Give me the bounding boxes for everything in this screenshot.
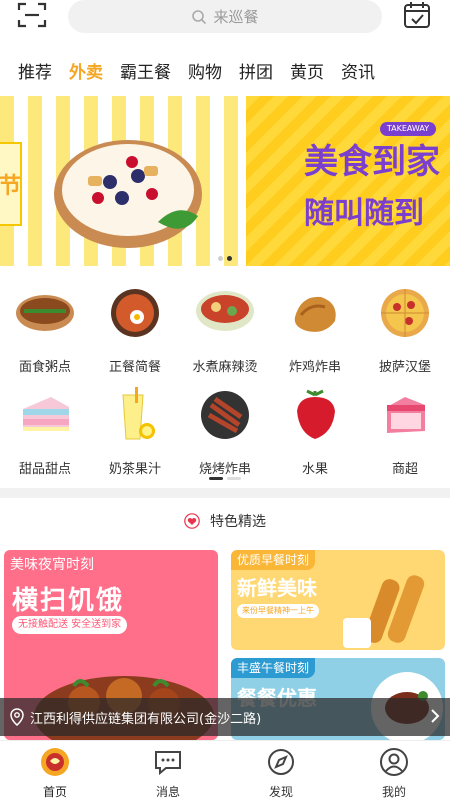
juice-cup-icon bbox=[103, 386, 167, 444]
page-indicator bbox=[227, 477, 241, 480]
tab-takeaway[interactable]: 外卖 bbox=[69, 58, 103, 86]
category-label: 披萨汉堡 bbox=[378, 360, 431, 375]
category-malatang[interactable]: 水煮麻辣烫 bbox=[180, 284, 270, 375]
category-label: 奶茶果汁 bbox=[108, 462, 161, 477]
bbq-icon bbox=[193, 386, 257, 444]
breakfast-card[interactable]: 优质早餐时刻 新鲜美味 来份早餐精神一上午 bbox=[231, 550, 445, 650]
fried-dough-image bbox=[343, 575, 425, 648]
strawberry-icon bbox=[283, 386, 347, 444]
calendar-check-icon[interactable] bbox=[401, 0, 433, 30]
search-placeholder: 来巡餐 bbox=[213, 8, 259, 26]
card-pill: 来份早餐精神一上午 bbox=[237, 604, 319, 618]
category-label: 面食粥点 bbox=[18, 360, 71, 375]
card-title: 新鲜美味 bbox=[237, 576, 317, 600]
location-bar[interactable]: 江西利得供应链集团有限公司(金沙二路) bbox=[0, 698, 450, 736]
location-text: 江西利得供应链集团有限公司(金沙二路) bbox=[30, 711, 262, 727]
nav-messages[interactable]: 消息 bbox=[138, 747, 198, 800]
section-divider bbox=[0, 488, 450, 498]
chevron-right-icon bbox=[431, 709, 440, 723]
category-label: 水果 bbox=[301, 462, 328, 477]
category-tabs: 推荐 外卖 霸王餐 购物 拼团 黄页 资讯 bbox=[18, 58, 392, 86]
category-label: 烧烤炸串 bbox=[198, 462, 251, 477]
nav-label: 我的 bbox=[381, 785, 406, 799]
banner-indicator bbox=[218, 256, 232, 261]
message-icon bbox=[153, 747, 183, 777]
featured-header: 特色精选 bbox=[0, 510, 450, 532]
category-milk-tea[interactable]: 奶茶果汁 bbox=[90, 386, 180, 477]
tab-free-meal[interactable]: 霸王餐 bbox=[120, 58, 171, 86]
banner-slide-breakfast: 节 bbox=[0, 96, 244, 266]
category-label: 商超 bbox=[391, 462, 418, 477]
scan-icon[interactable] bbox=[16, 0, 48, 30]
profile-icon bbox=[379, 747, 409, 777]
cake-icon bbox=[13, 386, 77, 444]
promo-banner[interactable]: 节 TAKEAWAY 美食到家 随叫随到 bbox=[0, 96, 450, 266]
cereal-bowl-image bbox=[54, 140, 202, 248]
nav-label: 首页 bbox=[42, 785, 67, 799]
discover-icon bbox=[266, 747, 296, 777]
fried-chicken-icon bbox=[283, 284, 347, 342]
card-title: 横扫饥饿 bbox=[12, 586, 125, 616]
meal-pot-icon bbox=[103, 284, 167, 342]
category-label: 水煮麻辣烫 bbox=[192, 360, 258, 375]
nav-label: 消息 bbox=[155, 785, 180, 799]
category-noodles[interactable]: 面食粥点 bbox=[0, 284, 90, 375]
category-label: 正餐简餐 bbox=[108, 360, 161, 375]
nav-home[interactable]: 首页 bbox=[25, 747, 85, 800]
location-pin-icon bbox=[10, 708, 24, 726]
tab-news[interactable]: 资讯 bbox=[341, 58, 375, 86]
card-tag: 丰盛午餐时刻 bbox=[231, 658, 316, 678]
home-logo-icon bbox=[40, 747, 70, 777]
card-pill: 无接触配送 安全送到家 bbox=[12, 616, 128, 634]
category-meals[interactable]: 正餐简餐 bbox=[90, 284, 180, 375]
banner-sign: 节 bbox=[0, 142, 22, 226]
store-icon bbox=[373, 386, 437, 444]
banner-subtitle: 随叫随到 bbox=[304, 196, 424, 231]
card-tag: 美味夜宵时刻 bbox=[10, 557, 94, 573]
tab-recommend[interactable]: 推荐 bbox=[18, 58, 52, 86]
nav-discover[interactable]: 发现 bbox=[251, 747, 311, 800]
category-fried-chicken[interactable]: 炸鸡炸串 bbox=[270, 284, 360, 375]
banner-slide-delivery: TAKEAWAY 美食到家 随叫随到 bbox=[246, 96, 450, 266]
featured-title: 特色精选 bbox=[210, 514, 266, 530]
indicator-dot bbox=[218, 256, 223, 261]
search-icon bbox=[192, 9, 207, 24]
noodle-bun-icon bbox=[13, 284, 77, 342]
category-label: 甜品甜点 bbox=[18, 462, 71, 477]
pizza-icon bbox=[373, 284, 437, 342]
category-bbq[interactable]: 烧烤炸串 bbox=[180, 386, 270, 477]
tab-yellow-pages[interactable]: 黄页 bbox=[290, 58, 324, 86]
category-label: 炸鸡炸串 bbox=[288, 360, 341, 375]
nav-label: 发现 bbox=[268, 785, 293, 799]
top-bar: 来巡餐 bbox=[0, 0, 450, 36]
nav-profile[interactable]: 我的 bbox=[364, 747, 424, 800]
heart-icon bbox=[184, 513, 200, 529]
card-tag: 优质早餐时刻 bbox=[231, 550, 316, 570]
bottom-nav: 首页 消息 发现 我的 bbox=[0, 740, 450, 800]
search-input[interactable]: 来巡餐 bbox=[68, 0, 382, 33]
hotpot-bowl-icon bbox=[193, 284, 257, 342]
indicator-dot-active bbox=[227, 256, 232, 261]
category-fruit[interactable]: 水果 bbox=[270, 386, 360, 477]
category-desserts[interactable]: 甜品甜点 bbox=[0, 386, 90, 477]
grid-page-indicator bbox=[209, 477, 241, 480]
category-supermarket[interactable]: 商超 bbox=[360, 386, 450, 477]
category-pizza[interactable]: 披萨汉堡 bbox=[360, 284, 450, 375]
page-indicator-active bbox=[209, 477, 223, 480]
tab-group-buy[interactable]: 拼团 bbox=[239, 58, 273, 86]
banner-title: 美食到家 bbox=[304, 142, 440, 182]
tab-shopping[interactable]: 购物 bbox=[188, 58, 222, 86]
